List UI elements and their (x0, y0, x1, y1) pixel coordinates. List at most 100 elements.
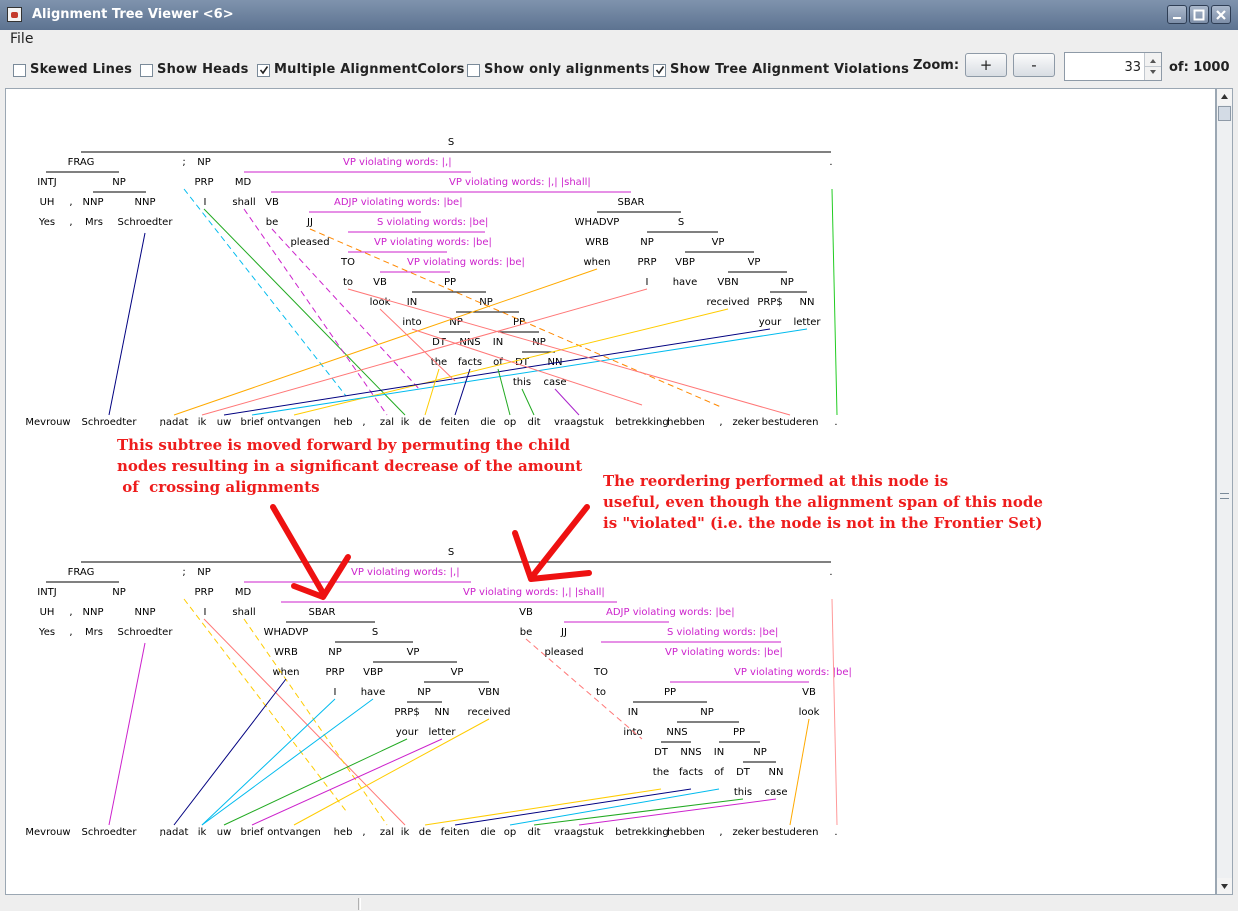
tree-word: have (361, 687, 386, 698)
alignment-line (454, 368, 471, 416)
tree-node: JJ (560, 627, 567, 638)
tree-node: NNS (666, 727, 687, 738)
tree-node: NP (700, 707, 714, 718)
tree-node: , (69, 197, 72, 208)
zoom-in-button[interactable]: + (965, 53, 1007, 77)
alignment-line (108, 232, 146, 416)
tree-word: Yes (38, 627, 55, 638)
tree-canvas[interactable]: S FRAG; NP VP violating words: |,| INTJ NP PRP… (5, 88, 1216, 895)
vertical-scrollbar[interactable] (1216, 88, 1233, 895)
tree-node: . (829, 567, 832, 578)
tree-word: this (513, 377, 531, 388)
tree-word: facts (679, 767, 703, 778)
tree-word: into (623, 727, 642, 738)
target-word: uw (217, 827, 232, 838)
violation-label: S violating words: |be| (667, 627, 778, 638)
target-word: zeker (732, 827, 760, 838)
target-word: hebben (667, 417, 705, 428)
tree-node: NP (417, 687, 431, 698)
tree-node: PP (733, 727, 745, 738)
tree-word: I (204, 197, 207, 208)
maximize-button[interactable] (1189, 5, 1209, 24)
tree-node: MD (235, 177, 252, 188)
tree-word: received (707, 297, 750, 308)
tree-node: NP (328, 647, 342, 658)
violation-label: VP violating words: |be| (665, 647, 783, 658)
alignment-line (554, 388, 580, 416)
tree-node: NNP (83, 607, 104, 618)
checkbox-box[interactable] (13, 64, 26, 77)
tree-node: NN (435, 707, 450, 718)
tree-word: , (69, 627, 72, 638)
violation-label: VP violating words: |,| (343, 157, 452, 168)
tree-node: NNS (680, 747, 701, 758)
tree-node: VB (265, 197, 279, 208)
tree-node: S (448, 137, 454, 148)
tree-node: NNP (83, 197, 104, 208)
target-word: bestuderen (762, 827, 819, 838)
alignment-line (271, 228, 422, 392)
tree-node: UH (40, 197, 55, 208)
sentence-index-spinner[interactable]: 33 (1064, 52, 1162, 81)
spinner-arrows[interactable] (1144, 53, 1161, 80)
title-bar: Alignment Tree Viewer <6> (0, 0, 1238, 30)
arrow-down-icon (1221, 884, 1228, 889)
tree-node: VBP (675, 257, 695, 268)
tree-word: received (468, 707, 511, 718)
target-word: . (834, 827, 837, 838)
tree-word: look (799, 707, 820, 718)
spinner-value[interactable]: 33 (1124, 60, 1141, 75)
alignment-line (521, 388, 535, 416)
target-word: die (480, 827, 495, 838)
target-word: op (504, 417, 516, 428)
checkbox-label: Skewed Lines (30, 62, 133, 77)
tree-word: shall (232, 607, 255, 618)
tree-node: PRP (194, 177, 213, 188)
checkbox-box[interactable] (467, 64, 480, 77)
tree-node: VB (373, 277, 387, 288)
target-word: ontvangen (267, 417, 321, 428)
arrow-right-icon (528, 504, 590, 581)
alignment-line (525, 638, 643, 740)
tree-node: S (678, 217, 684, 228)
tree-word: have (673, 277, 698, 288)
tree-word: Mrs (85, 627, 103, 638)
zoom-out-button[interactable]: - (1013, 53, 1055, 77)
tree-word: this (734, 787, 752, 798)
alignment-line (251, 328, 808, 416)
tree-node: DT (654, 747, 669, 758)
tree-node: NP (640, 237, 654, 248)
target-word: feiten (441, 827, 470, 838)
checkbox-box[interactable] (257, 64, 270, 77)
tree-node: NP (197, 157, 211, 168)
scroll-thumb[interactable] (1218, 106, 1231, 121)
target-word: betrekking (615, 827, 669, 838)
spinner-arrows-icon (1145, 59, 1161, 74)
minimize-button[interactable] (1167, 5, 1187, 24)
annotation-right: The reordering performed at this node is… (603, 472, 1043, 532)
tree-node: FRAG (68, 567, 95, 578)
target-word: ontvangen (267, 827, 321, 838)
checkbox-box[interactable] (140, 64, 153, 77)
tree-node: VBP (363, 667, 383, 678)
tree-node: PRP$ (757, 297, 782, 308)
close-button[interactable] (1211, 5, 1231, 24)
tree-word: Schroedter (118, 217, 174, 228)
scroll-up-button[interactable] (1217, 89, 1232, 105)
tree-node: DT (736, 767, 751, 778)
tree-word: shall (232, 197, 255, 208)
tree-node: NP (112, 587, 126, 598)
target-word: vraagstuk (554, 827, 604, 838)
violation-label: ADJP violating words: |be| (334, 197, 463, 208)
scroll-down-button[interactable] (1217, 878, 1232, 894)
tree-node: NP (112, 177, 126, 188)
menu-file[interactable]: File (10, 31, 33, 47)
tree-word: your (396, 727, 419, 738)
target-word: Mevrouw (25, 827, 70, 838)
tree-word: letter (428, 727, 456, 738)
checkbox-box[interactable] (653, 64, 666, 77)
close-icon (1216, 10, 1226, 20)
tree-node: NP (479, 297, 493, 308)
zoom-label: Zoom: (913, 58, 960, 73)
target-word: de (419, 417, 432, 428)
